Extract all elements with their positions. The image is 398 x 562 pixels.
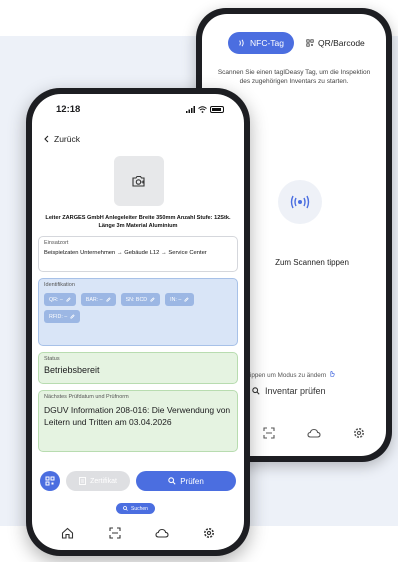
nfc-icon xyxy=(239,39,244,47)
front-tab-bar xyxy=(32,522,244,544)
nav-scan[interactable] xyxy=(104,522,126,544)
back-button[interactable]: Zurück xyxy=(44,134,80,144)
chip-in-label: IN: – xyxy=(170,296,182,303)
scan-description: Scannen Sie einen tagIDeasy Tag, um die … xyxy=(217,69,371,85)
home-icon xyxy=(61,527,74,539)
nfc-signal-icon xyxy=(290,195,310,209)
inspect-label: Prüfen xyxy=(180,476,204,486)
search-icon xyxy=(123,506,128,511)
chip-rfid-label: RFID: – xyxy=(49,313,68,320)
nav-scan[interactable] xyxy=(258,422,280,444)
status-bar: 12:18 xyxy=(32,102,244,116)
cloud-icon xyxy=(154,528,169,538)
nav-settings[interactable] xyxy=(348,422,370,444)
clock: 12:18 xyxy=(56,103,81,115)
action-row: Zertifikat Prüfen xyxy=(40,470,236,492)
inspection-label: Nächstes Prüfdatum und Prüfnorm xyxy=(44,394,129,400)
signal-icon xyxy=(186,105,195,113)
identification-label: Identifikation xyxy=(44,282,75,288)
certificate-button[interactable]: Zertifikat xyxy=(66,471,130,491)
edit-icon xyxy=(184,297,189,302)
nav-cloud[interactable] xyxy=(151,522,173,544)
add-photo-button[interactable] xyxy=(114,156,164,206)
certificate-label: Zertifikat xyxy=(90,477,117,485)
inspection-value: DGUV Information 208-016: Die Verwendung… xyxy=(44,405,231,427)
item-title: Leiter ZARGES GmbH Anlegeleiter Breite 3… xyxy=(45,215,231,229)
nav-settings[interactable] xyxy=(198,522,220,544)
scan-tap-area[interactable] xyxy=(278,180,322,224)
scan-mode-switch: NFC-Tag QR/Barcode xyxy=(228,32,372,54)
battery-icon xyxy=(210,105,224,113)
chip-qr-label: QR: – xyxy=(49,296,63,303)
chip-bar-label: BAR: – xyxy=(85,296,103,303)
location-label: Einsatzort xyxy=(44,240,69,246)
chevron-left-icon xyxy=(44,135,49,143)
inspect-button[interactable]: Prüfen xyxy=(136,471,236,491)
chip-rfid[interactable]: RFID: – xyxy=(44,310,81,323)
identification-chips: QR: – BAR: – SN: BCD IN: – RFID: – xyxy=(44,293,232,323)
chip-qr[interactable]: QR: – xyxy=(44,293,76,306)
search-pill-label: Suchen xyxy=(131,505,148,512)
qr-code-icon xyxy=(306,39,314,47)
inventory-check-label: Inventar prüfen xyxy=(265,386,326,396)
inventory-check-button[interactable]: Inventar prüfen xyxy=(252,386,326,396)
item-detail-screen: 12:18 Zurück Leiter ZARGES GmbH Anlegele… xyxy=(32,94,244,550)
location-value: Beispielzaten Unternehmen → Gebäude L12 … xyxy=(44,250,207,256)
tab-nfc[interactable]: NFC-Tag xyxy=(228,32,295,54)
edit-icon xyxy=(66,297,71,302)
status-icons xyxy=(186,105,224,113)
status-card: Status Betriebsbereit xyxy=(38,352,238,384)
gear-icon xyxy=(203,528,214,538)
scan-icon xyxy=(263,427,275,439)
scan-icon xyxy=(108,527,121,539)
search-pill[interactable]: Suchen xyxy=(116,503,155,514)
tab-nfc-label: NFC-Tag xyxy=(250,38,285,48)
chip-sn-label: SN: BCD xyxy=(125,296,148,303)
back-label: Zurück xyxy=(54,134,80,144)
phone-front: 12:18 Zurück Leiter ZARGES GmbH Anlegele… xyxy=(26,88,250,556)
scan-action-button[interactable] xyxy=(40,471,60,491)
nav-cloud[interactable] xyxy=(303,422,325,444)
edit-icon xyxy=(106,297,111,302)
chip-sn[interactable]: SN: BCD xyxy=(120,293,161,306)
tab-qr-barcode[interactable]: QR/Barcode xyxy=(300,32,371,54)
qr-scan-icon xyxy=(45,476,55,486)
chip-bar[interactable]: BAR: – xyxy=(80,293,116,306)
mode-hint[interactable]: hier tippen um Modus zu ändern xyxy=(236,370,386,379)
edit-icon xyxy=(70,314,75,319)
camera-add-icon xyxy=(132,175,145,187)
search-icon xyxy=(252,387,260,395)
nav-home[interactable] xyxy=(57,522,79,544)
tab-qr-barcode-label: QR/Barcode xyxy=(318,38,365,48)
gear-icon xyxy=(354,428,365,438)
identification-card: Identifikation QR: – BAR: – SN: BCD IN: … xyxy=(38,278,238,346)
cloud-icon xyxy=(307,428,321,438)
inspection-card: Nächstes Prüfdatum und Prüfnorm DGUV Inf… xyxy=(38,390,238,452)
status-value: Betriebsbereit xyxy=(44,365,100,375)
certificate-icon xyxy=(79,477,87,485)
hand-pointer-icon xyxy=(330,371,335,377)
location-card: Einsatzort Beispielzaten Unternehmen → G… xyxy=(38,236,238,272)
edit-icon xyxy=(150,297,155,302)
chip-in[interactable]: IN: – xyxy=(165,293,195,306)
scan-label[interactable]: Zum Scannen tippen xyxy=(242,258,382,267)
status-label: Status xyxy=(44,356,60,362)
search-icon xyxy=(168,477,176,485)
wifi-icon xyxy=(198,105,207,113)
